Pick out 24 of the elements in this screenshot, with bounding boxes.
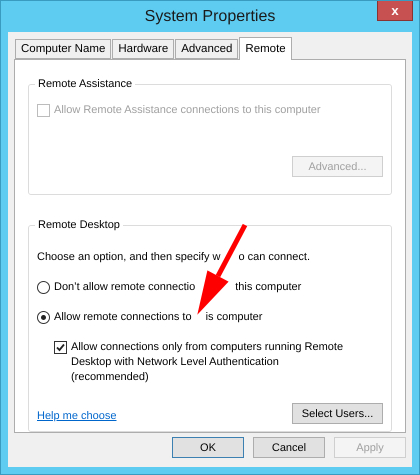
select-users-button[interactable]: Select Users... [292, 403, 383, 424]
dialog-button[interactable]: Cancel [253, 437, 325, 458]
checkbox-label: Allow Remote Assistance connections to this computer [54, 103, 321, 118]
radio-label: is computer [206, 311, 262, 323]
tab[interactable]: Remote [239, 37, 292, 60]
radio-button[interactable] [37, 281, 50, 294]
radio-label: this computer [235, 281, 302, 293]
close-button[interactable]: x [377, 1, 413, 21]
tab[interactable]: Hardware [112, 39, 174, 59]
dialog-button[interactable]: OK [172, 437, 244, 458]
checkmark-icon [56, 343, 65, 352]
checkbox[interactable] [54, 341, 67, 354]
group-title: Remote Desktop [37, 219, 121, 231]
help-link[interactable]: Help me choose [37, 410, 116, 422]
radio-label: Don’t allow remote connectio [54, 281, 196, 293]
radio-button[interactable] [37, 311, 50, 324]
instruction-text: Choose an option, and then specify w [37, 250, 220, 265]
tab[interactable]: Computer Name [15, 39, 112, 59]
radio-label: Allow remote connections to [54, 311, 192, 323]
group-title: Remote Assistance [37, 78, 134, 90]
window-title: System Properties [144, 8, 276, 26]
checkbox-label: Allow connections only from computers running Remote Desktop with Network Level Authentication (recommended) [71, 340, 344, 385]
tab[interactable]: Advanced [175, 39, 238, 59]
instruction-text: o can connect. [238, 250, 310, 265]
